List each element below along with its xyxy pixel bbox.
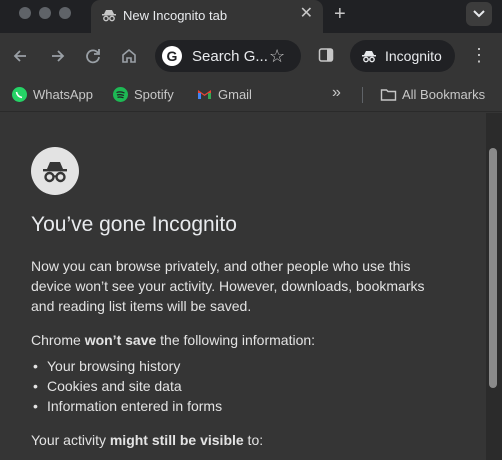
folder-icon [380,89,397,101]
close-tab-icon[interactable]: ✕ [300,5,313,23]
wont-save-heading: Chrome won’t save the following informat… [31,332,451,348]
bookmark-label: Gmail [218,87,252,102]
scrollbar-thumb[interactable] [489,148,497,388]
address-bar[interactable]: G Search G... ☆ [155,40,301,72]
close-window-button[interactable] [19,7,31,19]
wont-save-emphasis: won’t save [84,332,157,348]
all-bookmarks-label: All Bookmarks [402,87,486,102]
visible-suffix: to: [243,432,264,448]
reload-icon[interactable] [82,45,104,67]
chevron-down-icon [473,10,485,18]
tab-strip: New Incognito tab ✕ + [0,0,502,33]
incognito-ntp-content: You’ve gone Incognito Now you can browse… [0,113,502,460]
bookmark-star-icon[interactable]: ☆ [269,46,285,66]
toolbar: G Search G... ☆ Incognito ⋮ [0,33,502,78]
intro-paragraph: Now you can browse privately, and other … [31,258,425,314]
tab-title: New Incognito tab [123,8,228,23]
more-options-icon[interactable]: ⋮ [470,45,488,65]
incognito-profile-button[interactable]: Incognito [350,40,455,72]
incognito-icon [102,10,116,22]
not-saved-list: Your browsing history Cookies and site d… [31,356,451,416]
google-icon: G [162,46,182,66]
bookmark-label: WhatsApp [33,87,93,102]
incognito-icon [43,162,67,183]
visible-emphasis: might still be visible [109,432,244,448]
new-tab-button[interactable]: + [334,4,346,24]
tab-new-incognito[interactable]: New Incognito tab ✕ [91,0,323,33]
forward-icon[interactable] [46,45,68,67]
back-icon[interactable] [10,45,32,67]
more-bookmarks-icon[interactable]: » [332,84,341,102]
bookmark-gmail[interactable]: Gmail [196,86,256,104]
bookmark-whatsapp[interactable]: WhatsApp [11,86,95,104]
minimize-window-button[interactable] [39,7,51,19]
tab-search-button[interactable] [466,2,492,26]
all-bookmarks-button[interactable]: All Bookmarks [380,86,490,104]
wont-save-prefix: Chrome [31,332,85,348]
visible-to-heading: Your activity might still be visible to: [31,432,451,448]
bookmark-spotify[interactable]: Spotify [112,86,180,104]
list-item: Your browsing history [31,356,451,376]
incognito-hero-icon [31,147,79,195]
bookmark-label: Spotify [134,87,174,102]
spotify-icon [113,87,128,102]
page-title: You’ve gone Incognito [31,213,237,236]
incognito-label: Incognito [385,48,442,64]
bookmarks-bar: WhatsApp Spotify Gmail » All Bookmarks [0,78,502,112]
side-panel-icon[interactable] [318,47,334,63]
list-item: Information entered in forms [31,396,451,416]
incognito-icon [362,51,376,63]
list-item: Cookies and site data [31,376,451,396]
whatsapp-icon [12,87,27,102]
visible-prefix: Your activity [31,432,110,448]
wont-save-suffix: the following information: [156,332,316,348]
address-bar-text: Search G... [192,48,268,65]
bookmarks-divider [362,87,363,103]
gmail-icon [198,90,211,99]
zoom-window-button[interactable] [59,7,71,19]
home-icon[interactable] [118,45,140,67]
